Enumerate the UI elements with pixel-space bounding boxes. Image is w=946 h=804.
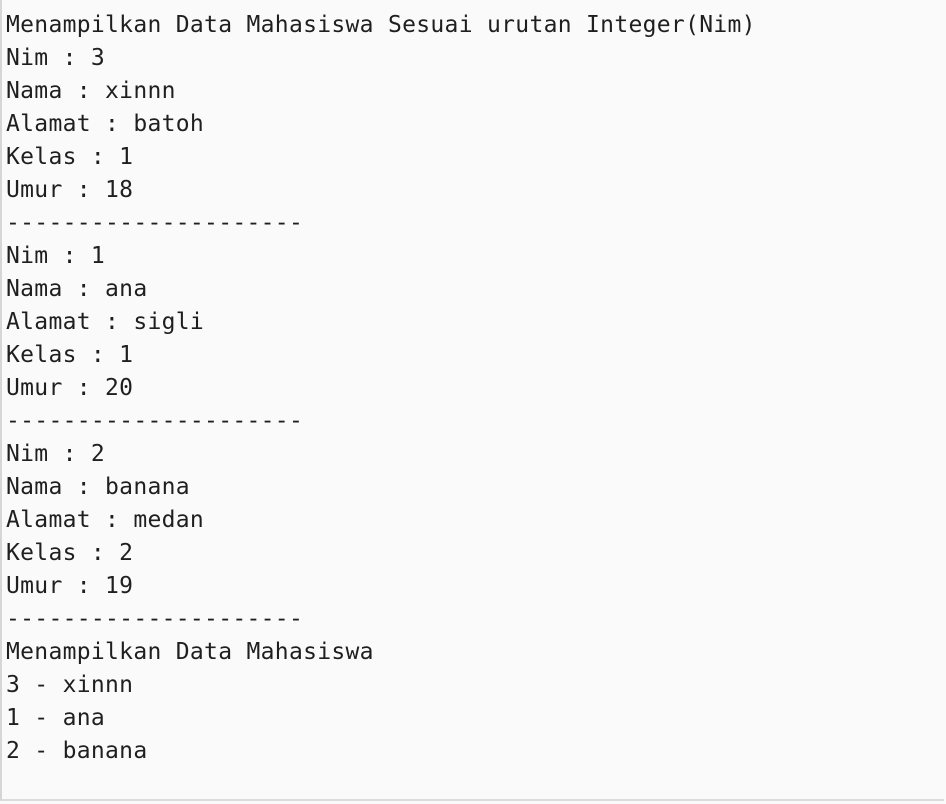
separator-line: ---------------------	[6, 408, 304, 434]
record-1-nim: Nim : 3	[6, 45, 106, 71]
record-2-nama: Nama : ana	[6, 276, 148, 302]
summary-item: 1 - ana	[6, 705, 106, 731]
summary-item: 2 - banana	[6, 738, 148, 764]
summary-header-line: Menampilkan Data Mahasiswa	[6, 639, 374, 665]
record-1-nama: Nama : xinnn	[6, 78, 176, 104]
record-1-kelas: Kelas : 1	[6, 144, 134, 170]
record-3-nama: Nama : banana	[6, 474, 190, 500]
record-2-umur: Umur : 20	[6, 375, 134, 401]
record-1-alamat: Alamat : batoh	[6, 111, 205, 137]
record-2-alamat: Alamat : sigli	[6, 309, 205, 335]
record-1-umur: Umur : 18	[6, 177, 134, 203]
header-line: Menampilkan Data Mahasiswa Sesuai urutan…	[6, 12, 756, 38]
record-3-nim: Nim : 2	[6, 441, 106, 467]
console-output-panel: Menampilkan Data Mahasiswa Sesuai urutan…	[0, 0, 944, 801]
record-2-nim: Nim : 1	[6, 243, 106, 269]
record-3-umur: Umur : 19	[6, 573, 134, 599]
record-2-kelas: Kelas : 1	[6, 342, 134, 368]
console-lines: Menampilkan Data Mahasiswa Sesuai urutan…	[6, 9, 756, 768]
summary-item: 3 - xinnn	[6, 672, 134, 698]
separator-line: ---------------------	[6, 210, 304, 236]
record-3-alamat: Alamat : medan	[6, 507, 205, 533]
separator-line: ---------------------	[6, 606, 304, 632]
record-3-kelas: Kelas : 2	[6, 540, 134, 566]
